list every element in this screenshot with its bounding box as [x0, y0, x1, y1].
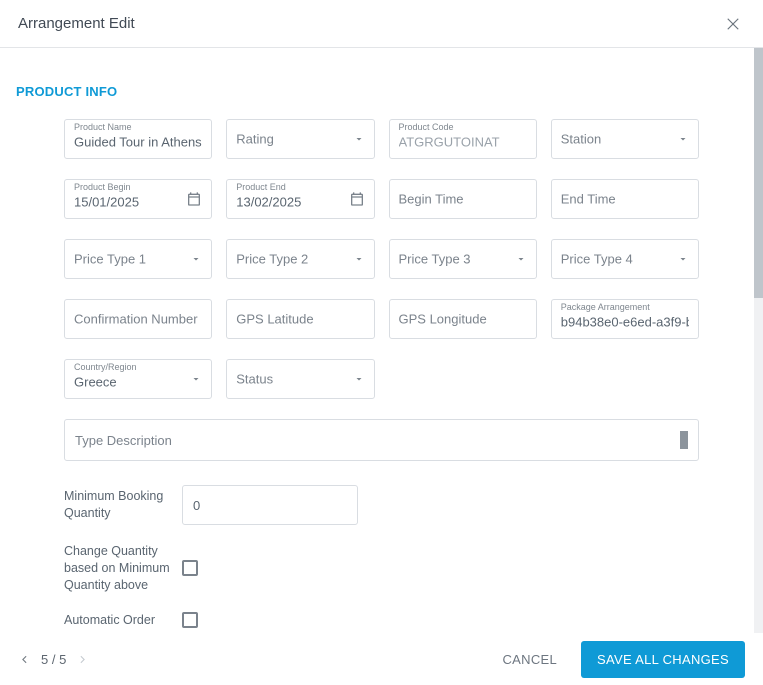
product-code-field: Product Code ATGRGUTOINAT: [389, 119, 537, 159]
chevron-down-icon: [677, 253, 689, 265]
rating-select[interactable]: Rating: [226, 119, 374, 159]
section-title-product-info: PRODUCT INFO: [16, 84, 763, 99]
chevron-down-icon: [190, 253, 202, 265]
field-placeholder: Price Type 4: [561, 252, 633, 267]
min-booking-qty-row: Minimum Booking Quantity: [64, 485, 699, 525]
calendar-icon: [186, 191, 202, 207]
end-time-field[interactable]: End Time: [551, 179, 699, 219]
stepper-counter: 5 / 5: [41, 652, 66, 667]
chevron-down-icon: [190, 373, 202, 385]
automatic-order-row: Automatic Order: [64, 612, 699, 629]
field-placeholder: Price Type 1: [74, 252, 146, 267]
change-qty-row: Change Quantity based on Minimum Quantit…: [64, 543, 699, 594]
drag-handle-icon[interactable]: [680, 431, 688, 449]
chevron-down-icon: [353, 253, 365, 265]
status-select[interactable]: Status: [226, 359, 374, 399]
step-current: 5: [41, 652, 48, 667]
cancel-button[interactable]: CANCEL: [496, 644, 563, 675]
begin-time-field[interactable]: Begin Time: [389, 179, 537, 219]
chevron-left-icon: [18, 653, 31, 666]
country-region-select[interactable]: Country/Region Greece: [64, 359, 212, 399]
scrollbar-thumb[interactable]: [754, 48, 763, 298]
record-stepper: 5 / 5: [18, 652, 89, 667]
content: PRODUCT INFO Product Name Guided Tour in…: [0, 48, 763, 633]
field-placeholder: Status: [236, 372, 273, 387]
arrangement-edit-dialog: Arrangement Edit PRODUCT INFO Product Na…: [0, 0, 763, 685]
stepper-prev[interactable]: [18, 653, 31, 666]
field-label: Country/Region: [74, 359, 137, 374]
confirmation-number-field[interactable]: Confirmation Number: [64, 299, 212, 339]
dialog-title: Arrangement Edit: [18, 15, 135, 32]
field-label: Package Arrangement: [561, 299, 650, 314]
price-type-4-select[interactable]: Price Type 4: [551, 239, 699, 279]
option-label: Change Quantity based on Minimum Quantit…: [64, 543, 182, 594]
step-total: 5: [59, 652, 66, 667]
product-end-date[interactable]: Product End 13/02/2025: [226, 179, 374, 219]
field-value: Guided Tour in Athens: [74, 135, 202, 150]
gps-latitude-field[interactable]: GPS Latitude: [226, 299, 374, 339]
field-placeholder: Price Type 2: [236, 252, 308, 267]
option-label: Minimum Booking Quantity: [64, 488, 182, 522]
footer-actions: CANCEL SAVE ALL CHANGES: [496, 641, 745, 678]
change-qty-checkbox[interactable]: [182, 560, 198, 576]
dialog-header: Arrangement Edit: [0, 0, 763, 48]
field-label: Product End: [236, 179, 286, 194]
chevron-down-icon: [353, 133, 365, 145]
field-placeholder: GPS Longitude: [399, 312, 487, 327]
form-row: Country/Region Greece Status: [64, 359, 699, 399]
save-all-changes-button[interactable]: SAVE ALL CHANGES: [581, 641, 745, 678]
product-begin-date[interactable]: Product Begin 15/01/2025: [64, 179, 212, 219]
price-type-2-select[interactable]: Price Type 2: [226, 239, 374, 279]
field-placeholder: GPS Latitude: [236, 312, 313, 327]
dialog-footer: 5 / 5 CANCEL SAVE ALL CHANGES: [0, 633, 763, 685]
price-type-3-select[interactable]: Price Type 3: [389, 239, 537, 279]
min-booking-qty-input[interactable]: [182, 485, 358, 525]
options-section: Minimum Booking Quantity Change Quantity…: [64, 485, 699, 633]
calendar-icon: [349, 191, 365, 207]
field-value: 13/02/2025: [236, 195, 301, 210]
form-row: Price Type 1 Price Type 2 Price Type 3 P…: [64, 239, 699, 279]
field-placeholder: Confirmation Number: [74, 312, 198, 327]
type-description-field[interactable]: Type Description: [64, 419, 699, 461]
field-value: b94b38e0-e6ed-a3f9-bbee-: [561, 315, 689, 330]
dialog-body: PRODUCT INFO Product Name Guided Tour in…: [0, 48, 763, 633]
field-label: Product Begin: [74, 179, 131, 194]
field-label: Product Name: [74, 119, 132, 134]
field-label: Product Code: [399, 119, 454, 134]
form-row: Confirmation Number GPS Latitude GPS Lon…: [64, 299, 699, 339]
field-placeholder: Begin Time: [399, 192, 464, 207]
product-name-field[interactable]: Product Name Guided Tour in Athens: [64, 119, 212, 159]
form-row: Product Begin 15/01/2025 Product End 13/…: [64, 179, 699, 219]
station-select[interactable]: Station: [551, 119, 699, 159]
field-value: 15/01/2025: [74, 195, 139, 210]
field-value: ATGRGUTOINAT: [399, 135, 500, 150]
price-type-1-select[interactable]: Price Type 1: [64, 239, 212, 279]
chevron-down-icon: [677, 133, 689, 145]
form-area: Product Name Guided Tour in Athens Ratin…: [16, 99, 763, 633]
field-value: Greece: [74, 375, 117, 390]
field-placeholder: Rating: [236, 132, 274, 147]
vertical-scrollbar[interactable]: [754, 48, 763, 633]
field-placeholder: Type Description: [75, 433, 172, 448]
form-row: Product Name Guided Tour in Athens Ratin…: [64, 119, 699, 159]
automatic-order-checkbox[interactable]: [182, 612, 198, 628]
close-button[interactable]: [721, 12, 745, 36]
field-placeholder: Station: [561, 132, 601, 147]
chevron-down-icon: [353, 373, 365, 385]
field-placeholder: End Time: [561, 192, 616, 207]
package-arrangement-field[interactable]: Package Arrangement b94b38e0-e6ed-a3f9-b…: [551, 299, 699, 339]
option-label: Automatic Order: [64, 612, 182, 629]
stepper-next[interactable]: [76, 653, 89, 666]
field-placeholder: Price Type 3: [399, 252, 471, 267]
chevron-right-icon: [76, 653, 89, 666]
chevron-down-icon: [515, 253, 527, 265]
gps-longitude-field[interactable]: GPS Longitude: [389, 299, 537, 339]
close-icon: [724, 15, 742, 33]
